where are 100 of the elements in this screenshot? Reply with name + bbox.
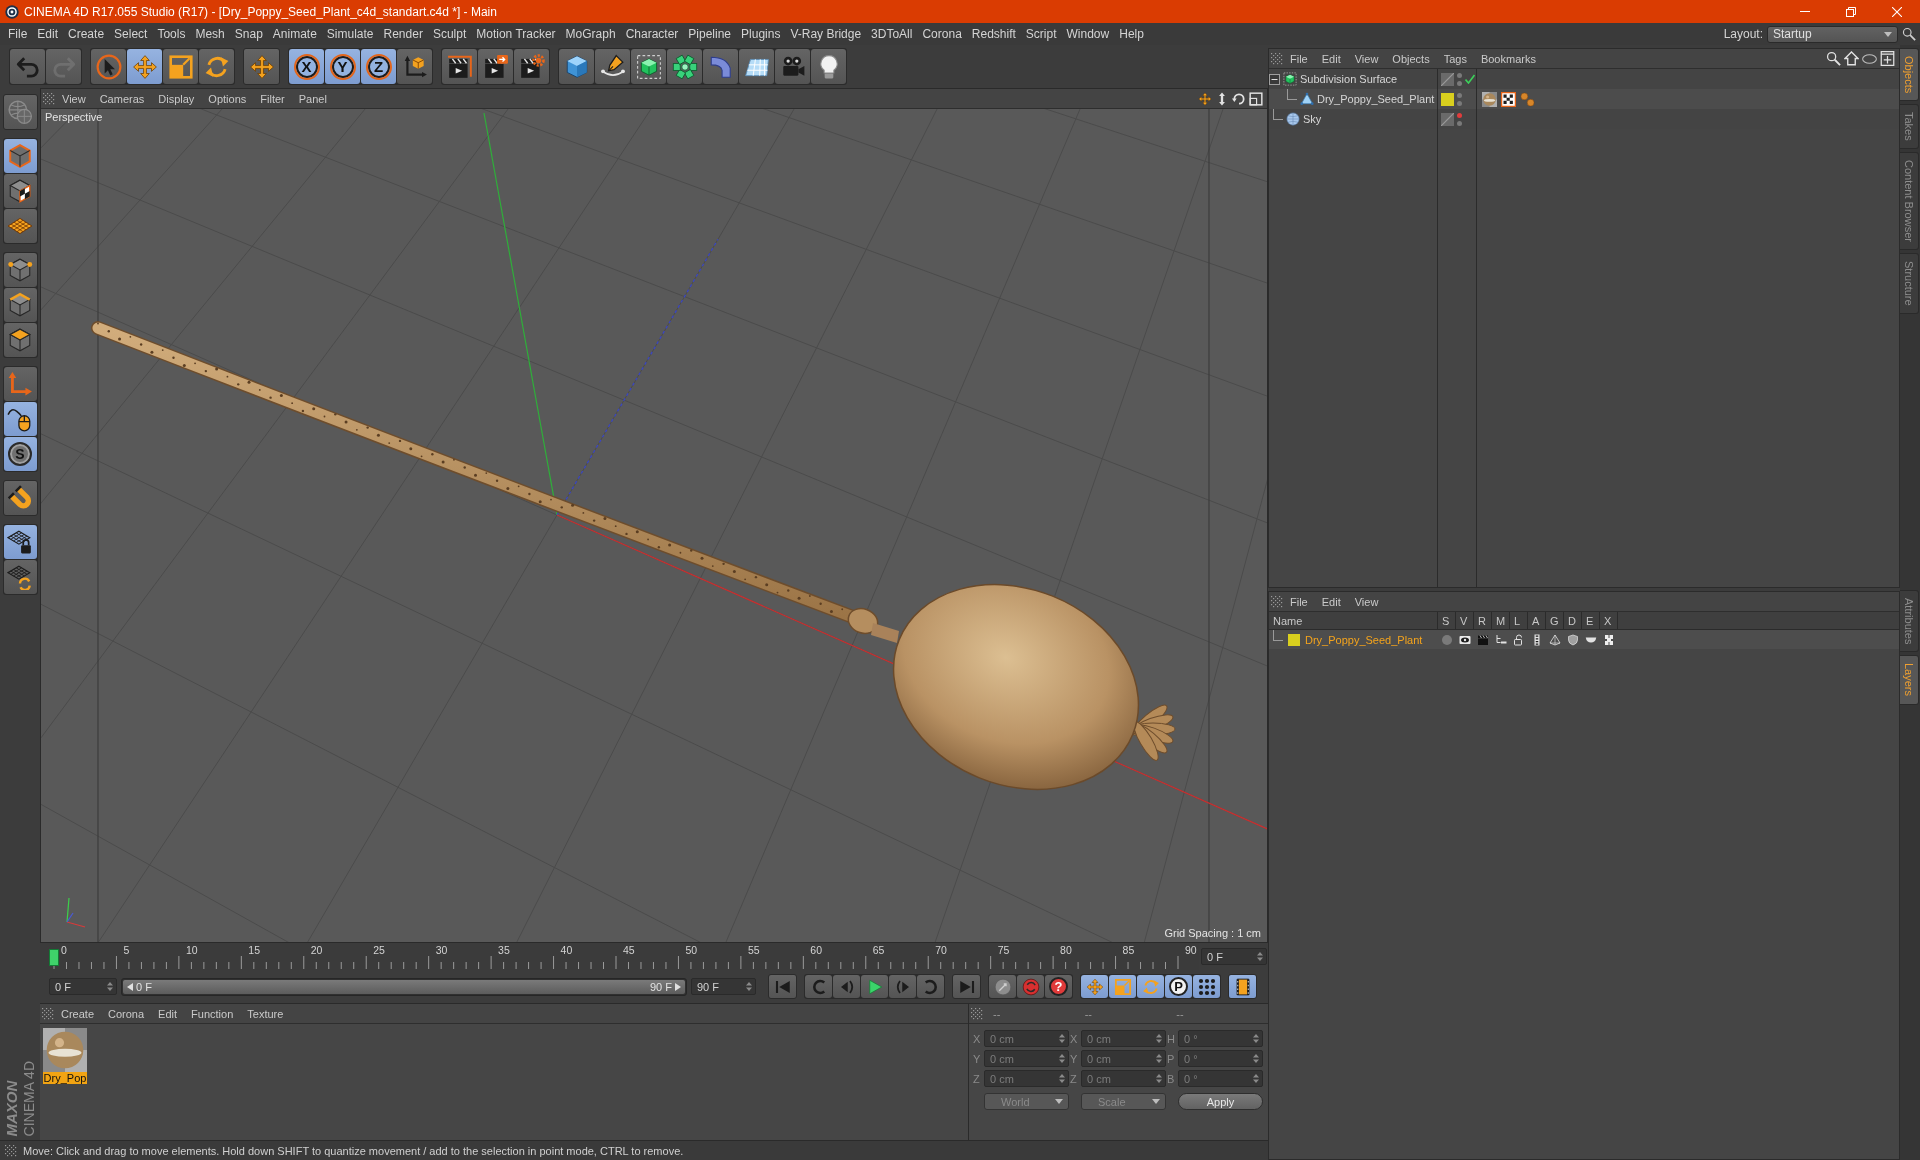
undo-button[interactable] [10,49,45,84]
curved-arrow-icon[interactable] [1232,91,1246,106]
previous-frame-button[interactable] [833,975,860,998]
column-header[interactable]: Name [1269,612,1438,629]
clapperboard-icon[interactable] [1477,633,1489,646]
next-frame-button[interactable] [889,975,916,998]
rotate-tool-button[interactable] [199,49,234,84]
menu-item[interactable]: Help [1114,27,1149,41]
key-point-level-button[interactable] [1193,975,1220,998]
menu-item[interactable]: Bookmarks [1473,52,1543,65]
solo-button[interactable]: S [3,437,37,471]
menu-item[interactable]: Tags [1436,52,1474,65]
current-frame-field[interactable]: 0 F [1201,948,1267,965]
check-icon[interactable] [1465,74,1475,84]
menu-item[interactable]: Display [151,92,202,105]
column-header[interactable]: S [1438,612,1456,629]
column-header[interactable]: A [1528,612,1546,629]
menu-item[interactable]: View [55,92,93,105]
open-lock-icon[interactable] [1513,633,1525,646]
menu-item[interactable]: Redshift [966,27,1021,41]
menu-item[interactable]: Mesh [190,27,230,41]
menu-item[interactable]: V-Ray Bridge [785,27,867,41]
end-frame-field[interactable]: 90 F [691,978,756,995]
menu-item[interactable]: Script [1020,27,1062,41]
menu-item[interactable]: File [3,27,33,41]
grid-lock-button[interactable] [3,525,37,559]
layer-row[interactable]: Dry_Poppy_Seed_Plant [1269,630,1899,649]
x-block-icon[interactable] [1603,633,1615,646]
column-header[interactable]: X [1600,612,1618,629]
menu-item[interactable]: File [1283,52,1315,65]
menu-item[interactable]: Texture [240,1007,291,1020]
object-name[interactable]: Dry_Poppy_Seed_Plant [1317,93,1435,105]
points-mode-button[interactable] [3,253,37,287]
visibility-dot-icon[interactable] [1457,120,1462,126]
axis-lock-button[interactable]: X [289,49,324,84]
subdivision-button[interactable] [631,49,666,84]
menu-item[interactable]: Tools [152,27,191,41]
column-header[interactable]: M [1492,612,1510,629]
menu-item[interactable]: Edit [1314,595,1348,608]
render-picture-button[interactable] [478,49,513,84]
texture-mode-button[interactable] [3,174,37,208]
axis-lock-button[interactable]: Z [361,49,396,84]
panel-plus-icon[interactable] [1880,51,1895,66]
shield-icon[interactable] [1567,633,1579,646]
tweak-mode-button[interactable] [3,402,37,436]
material-sphere-icon[interactable] [1482,91,1497,107]
menu-item[interactable]: Panel [291,92,334,105]
side-tab[interactable]: Objects [1900,48,1919,102]
menu-item[interactable]: Plugins [736,27,786,41]
menu-item[interactable]: Function [184,1007,241,1020]
go-to-start-button[interactable] [768,974,797,999]
render-view-button[interactable] [442,49,477,84]
frame-range-slider[interactable]: 0 F 90 F [123,979,685,994]
menu-item[interactable]: Edit [1314,52,1348,65]
menu-item[interactable]: Render [378,27,428,41]
timeline-window-button[interactable] [1228,974,1257,999]
menu-item[interactable]: Cameras [92,92,152,105]
menu-item[interactable]: Create [54,1007,102,1020]
hierarchy-icon[interactable] [1495,633,1507,646]
visibility-dot-icon[interactable] [1457,100,1462,106]
menu-item[interactable]: Corona [917,27,967,41]
tree-row[interactable]: Dry_Poppy_Seed_Plant [1269,89,1899,109]
menu-item[interactable]: MoGraph [560,27,621,41]
previous-key-button[interactable] [805,975,832,998]
material-name[interactable]: Dry_Pop [42,1072,88,1084]
column-header[interactable]: D [1564,612,1582,629]
side-tab[interactable]: Attributes [1900,590,1919,653]
menu-item[interactable]: Create [63,27,110,41]
menu-item[interactable]: Corona [101,1007,152,1020]
viewport[interactable]: Perspective Grid Spacing : 1 cm [41,109,1267,942]
search-icon[interactable] [1902,27,1916,41]
visibility-dot-icon[interactable] [1457,80,1462,86]
menu-item[interactable]: Window [1061,27,1115,41]
next-key-button[interactable] [917,975,944,998]
menu-item[interactable]: Objects [1385,52,1437,65]
layer-name[interactable]: Dry_Poppy_Seed_Plant [1305,633,1423,646]
search-icon[interactable] [1826,51,1841,66]
menu-item[interactable]: Edit [151,1007,185,1020]
side-tab[interactable]: Layers [1900,655,1919,705]
menu-item[interactable]: Character [620,27,684,41]
camera-button[interactable] [775,49,810,84]
menu-item[interactable]: Select [109,27,153,41]
deformer-button[interactable] [703,49,738,84]
start-frame-field[interactable]: 0 F [49,978,117,995]
oval-icon[interactable] [1862,53,1877,64]
select-tool-button[interactable] [91,49,126,84]
pyramid-icon[interactable] [1549,633,1561,646]
menu-item[interactable]: Animate [267,27,322,41]
menu-item[interactable]: Snap [229,27,268,41]
coordinate-system-button[interactable] [397,49,432,84]
cube-button[interactable] [559,49,594,84]
menu-item[interactable]: Sculpt [427,27,472,41]
menu-item[interactable]: File [1283,595,1315,608]
layout-dropdown[interactable]: Startup [1767,25,1898,43]
move-arrows-icon[interactable] [1198,91,1212,106]
scale-tool-button[interactable] [163,49,198,84]
key-selection-button[interactable]: ? [1045,975,1072,998]
house-icon[interactable] [1844,51,1859,66]
side-tab[interactable]: Takes [1900,104,1919,150]
key-parameter-button[interactable]: P [1165,975,1192,998]
